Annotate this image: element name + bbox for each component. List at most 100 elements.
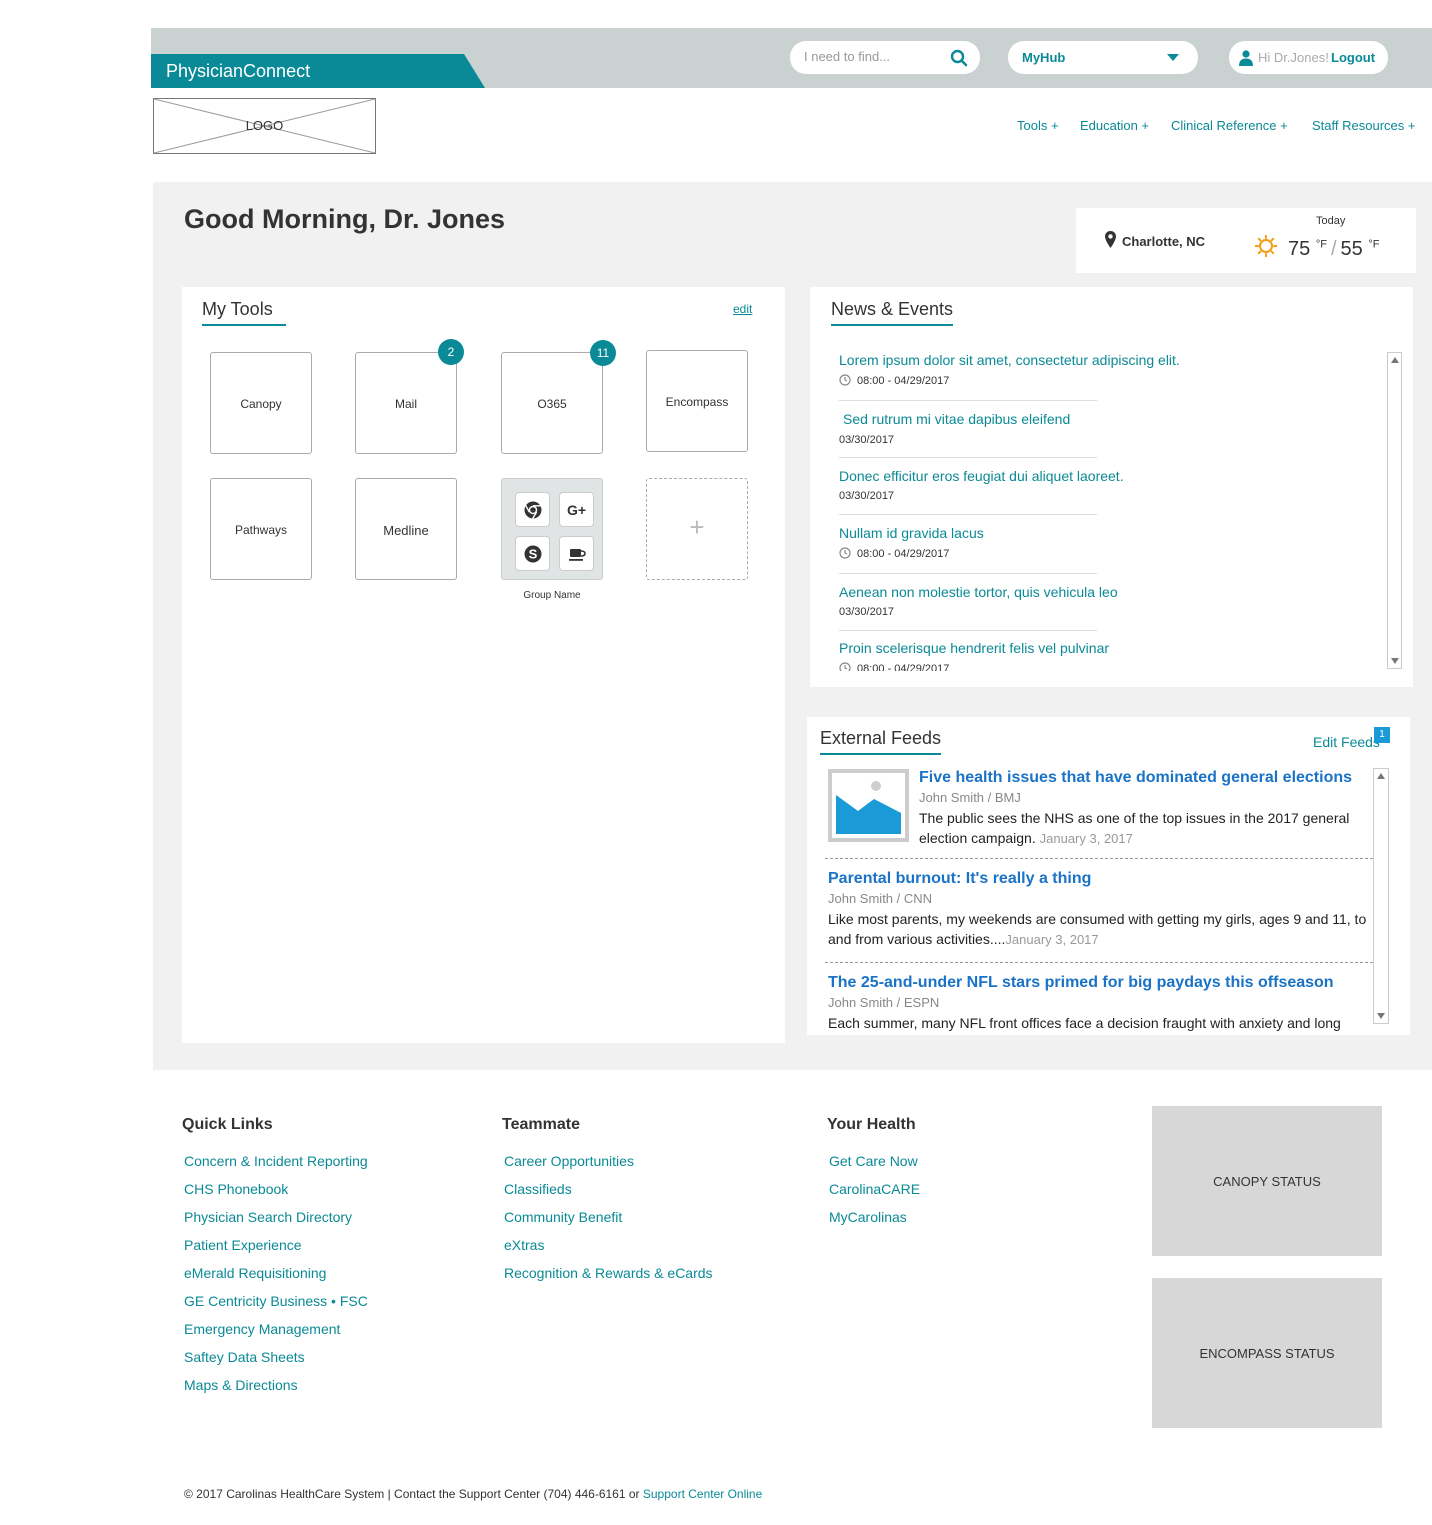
news-item-clip: Proin scelerisque hendrerit felis vel pu… [839,640,1339,671]
footer-link[interactable]: Concern & Incident Reporting [184,1153,368,1169]
chrome-icon[interactable] [515,492,550,527]
footer-link[interactable]: Community Benefit [504,1209,622,1225]
feed-item[interactable]: Five health issues that have dominated g… [919,769,1369,849]
footer-link[interactable]: CHS Phonebook [184,1181,288,1197]
feeds-scrollbar[interactable] [1373,768,1389,1024]
feed-title[interactable]: The 25-and-under NFL stars primed for bi… [828,974,1373,992]
weather-day: Today [1316,215,1346,227]
logout-link[interactable]: Logout [1331,50,1375,65]
news-item-title[interactable]: Donec efficitur eros feugiat dui aliquet… [839,468,1239,484]
your-health-title: Your Health [827,1116,916,1133]
search-icon[interactable] [950,49,968,67]
skype-icon[interactable]: S [515,536,550,571]
nav-education[interactable]: Education + [1080,118,1149,133]
news-divider [839,400,1097,401]
tool-tile-medline[interactable]: Medline [355,478,457,580]
feed-item[interactable]: The 25-and-under NFL stars primed for bi… [828,974,1373,1033]
news-item[interactable]: Aenean non molestie tortor, quis vehicul… [839,584,1239,618]
svg-text:G+: G+ [567,502,586,518]
footer-link[interactable]: Saftey Data Sheets [184,1349,305,1365]
footer-link[interactable]: GE Centricity Business • FSC [184,1293,368,1309]
news-item-title[interactable]: Aenean non molestie tortor, quis vehicul… [839,584,1239,600]
news-item[interactable]: Sed rutrum mi vitae dapibus eleifend [843,411,1243,427]
feed-title[interactable]: Parental burnout: It's really a thing [828,870,1373,888]
myhub-dropdown[interactable]: MyHub [1008,41,1198,74]
edit-tools-link[interactable]: edit [733,302,752,316]
nav-clinical-reference[interactable]: Clinical Reference + [1171,118,1288,133]
feed-excerpt: The public sees the NHS as one of the to… [919,810,1350,846]
news-item-date: 08:00 - 04/29/2017 [839,662,1239,671]
mail-count-badge: 2 [438,339,464,365]
footer-link[interactable]: Physician Search Directory [184,1209,352,1225]
news-item-title[interactable]: Proin scelerisque hendrerit felis vel pu… [839,640,1239,656]
search-box[interactable] [790,41,980,74]
tool-group-tile[interactable]: G+ S [501,478,603,580]
tool-name: Canopy [240,397,282,411]
copyright-line: © 2017 Carolinas HealthCare System | Con… [184,1487,762,1501]
news-item[interactable]: Lorem ipsum dolor sit amet, consectetur … [839,352,1239,387]
news-item[interactable]: Nullam id gravida lacus 08:00 - 04/29/20… [839,525,1239,560]
tool-name: Mail [394,397,417,411]
external-feeds-title: External Feeds [820,728,942,755]
news-item-date: 08:00 - 04/29/2017 [839,547,1239,560]
tool-tile-o365[interactable]: O365 [501,352,603,454]
nav-staff-resources[interactable]: Staff Resources + [1312,118,1415,133]
feed-divider [825,858,1373,859]
logo-placeholder[interactable]: LOGO [153,98,376,154]
canopy-status-box[interactable]: CANOPY STATUS [1152,1106,1382,1256]
google-plus-icon[interactable]: G+ [559,492,594,527]
scroll-down-icon[interactable] [1391,658,1399,664]
footer-link[interactable]: Maps & Directions [184,1377,298,1393]
tool-name: O365 [537,397,567,411]
feed-item[interactable]: Parental burnout: It's really a thing Jo… [828,870,1373,950]
news-scrollbar[interactable] [1387,352,1402,669]
feed-author: John Smith / CNN [828,891,933,906]
nav-tools[interactable]: Tools + [1017,118,1059,133]
tool-tile-canopy[interactable]: Canopy [210,352,312,454]
coffee-cup-icon[interactable] [559,536,594,571]
news-item[interactable]: Proin scelerisque hendrerit felis vel pu… [839,640,1239,671]
location-pin-icon [1105,231,1116,248]
footer-link[interactable]: Career Opportunities [504,1153,634,1169]
support-center-link[interactable]: Support Center Online [643,1487,762,1501]
news-item-date-text: 08:00 - 04/29/2017 [857,375,950,387]
encompass-status-box[interactable]: ENCOMPASS STATUS [1152,1278,1382,1428]
footer-link[interactable]: Get Care Now [829,1153,918,1169]
tool-tile-pathways[interactable]: Pathways [210,478,312,580]
user-greeting: Hi Dr.Jones! [1258,50,1329,65]
footer-link[interactable]: CarolinaCARE [829,1181,920,1197]
footer-link[interactable]: MyCarolinas [829,1209,907,1225]
news-divider [839,514,1097,515]
logo-text: LOGO [245,118,284,133]
weather-city: Charlotte, NC [1122,234,1206,249]
footer-link[interactable]: Patient Experience [184,1237,302,1253]
tool-tile-encompass[interactable]: Encompass [646,350,748,452]
canopy-status-label: CANOPY STATUS [1213,1174,1321,1189]
footer-link[interactable]: eMerald Requisitioning [184,1265,326,1281]
add-tool-button[interactable]: + [646,478,748,580]
news-item-title[interactable]: Sed rutrum mi vitae dapibus eleifend [843,411,1243,427]
scroll-up-icon[interactable] [1391,357,1399,363]
footer-link[interactable]: Recognition & Rewards & eCards [504,1265,713,1281]
scroll-up-icon[interactable] [1377,773,1385,779]
clock-icon [839,547,851,559]
footer-link[interactable]: Classifieds [504,1181,572,1197]
edit-feeds-link[interactable]: Edit Feeds [1313,734,1380,750]
feed-body: Each summer, many NFL front offices face… [828,1015,1341,1031]
tool-name: Encompass [665,395,729,409]
tool-tile-mail[interactable]: Mail [355,352,457,454]
news-item-title[interactable]: Lorem ipsum dolor sit amet, consectetur … [839,352,1239,368]
news-item[interactable]: Donec efficitur eros feugiat dui aliquet… [839,468,1239,502]
footer-link[interactable]: eXtras [504,1237,544,1253]
page-title: Good Morning, Dr. Jones [184,204,506,234]
o365-count-badge: 11 [590,340,616,366]
sun-icon [1255,235,1277,257]
brand-title[interactable]: PhysicianConnect [151,54,485,88]
my-tools-title: My Tools [202,299,286,326]
news-item-title[interactable]: Nullam id gravida lacus [839,525,1239,541]
news-item-date-text: 08:00 - 04/29/2017 [857,548,950,560]
scroll-down-icon[interactable] [1377,1013,1385,1019]
search-input[interactable] [804,49,944,64]
footer-link[interactable]: Emergency Management [184,1321,340,1337]
feed-title[interactable]: Five health issues that have dominated g… [919,769,1369,787]
